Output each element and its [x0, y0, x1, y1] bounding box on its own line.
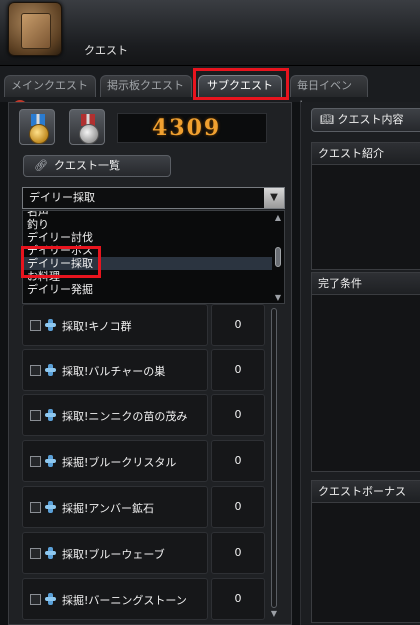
quest-checkbox[interactable] — [30, 410, 41, 421]
dropdown-option[interactable]: デイリー討伐 — [23, 231, 284, 244]
quest-bonus-title: クエストボーナス — [312, 481, 420, 503]
dropdown-option[interactable]: デイリー採取 — [23, 257, 284, 270]
quest-count: 0 — [211, 578, 265, 620]
chevron-down-icon[interactable]: ▼ — [264, 188, 284, 208]
quest-checkbox[interactable] — [30, 502, 41, 513]
dropdown-option[interactable]: 釣り — [23, 218, 284, 231]
quest-gem-icon — [45, 364, 56, 376]
quest-name-cell: 採取!ニンニクの苗の茂み — [22, 394, 208, 436]
table-row[interactable]: 採掘!ブルークリスタル 0 — [22, 440, 272, 482]
scroll-up-icon[interactable]: ▲ — [273, 213, 283, 223]
quest-detail-panel: 📖︎ クエスト内容 クエスト紹介 完了条件 クエストボーナス — [300, 102, 420, 625]
quest-checkbox[interactable] — [30, 548, 41, 559]
quest-name: 採取!ニンニクの苗の茂み — [62, 410, 188, 423]
category-dropdown-value: デイリー採取 — [29, 191, 95, 204]
dropdown-scrollbar[interactable]: ▲ ▼ — [272, 211, 284, 303]
tab-board-quest[interactable]: 掲示板クエスト — [100, 75, 192, 97]
book-icon — [8, 2, 62, 56]
tab-daily-event[interactable]: 毎日イベント — [290, 75, 368, 112]
quest-intro-title: クエスト紹介 — [312, 143, 420, 165]
dropdown-option[interactable]: デイリー発掘 — [23, 283, 284, 296]
quest-list-scrollbar[interactable]: ▼ — [268, 304, 280, 619]
book-icon: 📖︎ — [320, 113, 334, 126]
quest-name-cell: 採掘!バーニングストーン — [22, 578, 208, 620]
scroll-down-icon[interactable]: ▼ — [268, 609, 280, 619]
table-row[interactable]: 採取!キノコ群 0 — [22, 304, 272, 346]
quest-checkbox[interactable] — [30, 320, 41, 331]
quest-name: 採掘!アンバー鉱石 — [62, 502, 154, 515]
quest-intro-section: クエスト紹介 — [311, 142, 420, 270]
quest-list-header-label: クエスト一覧 — [54, 159, 120, 172]
quest-name: 採取!キノコ群 — [62, 320, 132, 333]
quest-name-cell: 採取!ブルーウェーブ — [22, 532, 208, 574]
quest-gem-icon — [45, 593, 56, 605]
category-dropdown[interactable]: デイリー採取 ▼ — [22, 187, 285, 209]
quest-count: 0 — [211, 304, 265, 346]
quest-count: 0 — [211, 349, 265, 391]
quest-name-cell: 採掘!ブルークリスタル — [22, 440, 208, 482]
completion-conditions-title: 完了条件 — [312, 273, 420, 295]
category-options-list: 名声 釣り デイリー討伐 デイリーボス デイリー採取 お料理 デイリー発掘 ▲ … — [22, 210, 285, 304]
quest-checkbox[interactable] — [30, 365, 41, 376]
quest-points: 4309 — [117, 113, 267, 143]
quest-name-cell: 採取!バルチャーの巣 — [22, 349, 208, 391]
silver-medal-icon[interactable] — [69, 109, 105, 145]
window-title: クエスト — [84, 44, 128, 57]
dropdown-option[interactable]: デイリーボス — [23, 244, 284, 257]
dropdown-option[interactable]: 名声 — [23, 211, 284, 218]
quest-checkbox[interactable] — [30, 594, 41, 605]
quest-gem-icon — [45, 455, 56, 467]
quest-name: 採掘!バーニングストーン — [62, 594, 187, 607]
quest-count: 0 — [211, 486, 265, 528]
quest-gem-icon — [45, 319, 56, 331]
tab-label: 掲示板クエスト — [107, 79, 184, 92]
quest-count: 0 — [211, 394, 265, 436]
tab-label: メインクエスト — [11, 79, 88, 92]
quest-name: 採掘!ブルークリスタル — [62, 456, 177, 469]
scroll-thumb[interactable] — [275, 247, 281, 267]
gold-medal-icon[interactable] — [19, 109, 55, 145]
quest-name: 採取!バルチャーの巣 — [62, 365, 166, 378]
table-row[interactable]: 採取!バルチャーの巣 0 — [22, 349, 272, 391]
table-row[interactable]: 採取!ニンニクの苗の茂み 0 — [22, 394, 272, 436]
table-row[interactable]: 採取!ブルーウェーブ 0 — [22, 532, 272, 574]
scroll-down-icon[interactable]: ▼ — [273, 293, 283, 303]
completion-conditions-section: 完了条件 — [311, 272, 420, 472]
scroll-track[interactable] — [271, 308, 277, 608]
quest-list-header: 🔗︎ クエスト一覧 — [23, 155, 171, 177]
quest-count: 0 — [211, 440, 265, 482]
quest-detail-header: 📖︎ クエスト内容 — [311, 108, 420, 132]
quest-name: 採取!ブルーウェーブ — [62, 548, 165, 561]
tab-main-quest[interactable]: メインクエスト4 — [4, 75, 96, 114]
quest-bonus-section: クエストボーナス — [311, 480, 420, 623]
quest-name-cell: 採掘!アンバー鉱石 — [22, 486, 208, 528]
dropdown-option[interactable]: お料理 — [23, 270, 284, 283]
link-icon: 🔗︎ — [34, 159, 48, 172]
quest-table: 採取!キノコ群 0 採取!バルチャーの巣 0 採取!ニンニクの苗の茂み 0 採掘… — [22, 304, 272, 625]
quest-count: 0 — [211, 532, 265, 574]
tab-bar: メインクエスト4 掲示板クエスト サブクエスト 毎日イベント — [0, 66, 420, 114]
tab-label: サブクエスト — [207, 79, 273, 92]
tab-sub-quest[interactable]: サブクエスト — [198, 75, 282, 97]
table-row[interactable]: 採掘!アンバー鉱石 0 — [22, 486, 272, 528]
quest-gem-icon — [45, 409, 56, 421]
window-header: クエスト — [0, 0, 420, 66]
quest-checkbox[interactable] — [30, 456, 41, 467]
quest-gem-icon — [45, 547, 56, 559]
table-row[interactable]: 採掘!バーニングストーン 0 — [22, 578, 272, 620]
quest-name-cell: 採取!キノコ群 — [22, 304, 208, 346]
quest-detail-header-label: クエスト内容 — [337, 113, 404, 126]
quest-gem-icon — [45, 501, 56, 513]
